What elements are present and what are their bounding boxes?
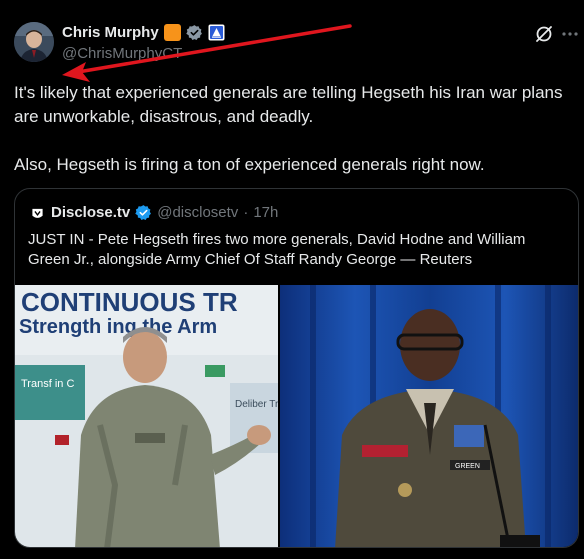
panel-text-1: Transf in C [21, 378, 74, 390]
nametag-text: GREEN [455, 463, 480, 470]
quoted-media[interactable]: CONTINUOUS TR Strength ing the Arm Trans… [15, 285, 578, 547]
photo-general-speaking[interactable]: CONTINUOUS TR Strength ing the Arm Trans… [15, 285, 278, 547]
tweet-paragraph: Also, Hegseth is firing a ton of experie… [14, 155, 485, 174]
quoted-tweet-header: Disclose.tv @disclosetv · 17h [29, 204, 278, 223]
quoted-tweet-text: JUST IN - Pete Hegseth fires two more ge… [28, 231, 526, 268]
author-display-name[interactable]: Chris Murphy [62, 24, 159, 41]
tweet: Chris Murphy @ChrisMurphyCT It's likely … [0, 0, 584, 559]
author-handle[interactable]: @ChrisMurphyCT [62, 45, 182, 62]
quoted-timestamp[interactable]: 17h [253, 204, 278, 221]
tweet-paragraph: It's likely that experienced generals ar… [14, 83, 563, 126]
affiliate-badge-icon [208, 24, 225, 41]
author-avatar[interactable] [14, 22, 54, 62]
separator-dot: · [243, 204, 249, 221]
panel-text-2: Deliber Transfo [235, 399, 278, 410]
photo-general-green[interactable]: GREEN [280, 285, 578, 547]
quoted-display-name[interactable]: Disclose.tv [51, 204, 130, 221]
quoted-tweet[interactable]: Disclose.tv @disclosetv · 17h JUST IN - … [14, 188, 579, 548]
disclose-logo-icon [29, 204, 46, 223]
verified-badge-icon [135, 204, 152, 221]
author-name-row: Chris Murphy [62, 24, 225, 41]
grok-icon[interactable] [534, 24, 554, 44]
flag-badge-icon [163, 24, 181, 41]
quoted-handle[interactable]: @disclosetv [157, 204, 238, 221]
verified-badge-icon [185, 24, 203, 41]
banner-text-line1: CONTINUOUS TR [21, 287, 238, 317]
tweet-text: It's likely that experienced generals ar… [14, 81, 579, 177]
more-icon[interactable] [560, 24, 580, 44]
banner-text-line2: Strength ing the Arm [19, 316, 217, 338]
